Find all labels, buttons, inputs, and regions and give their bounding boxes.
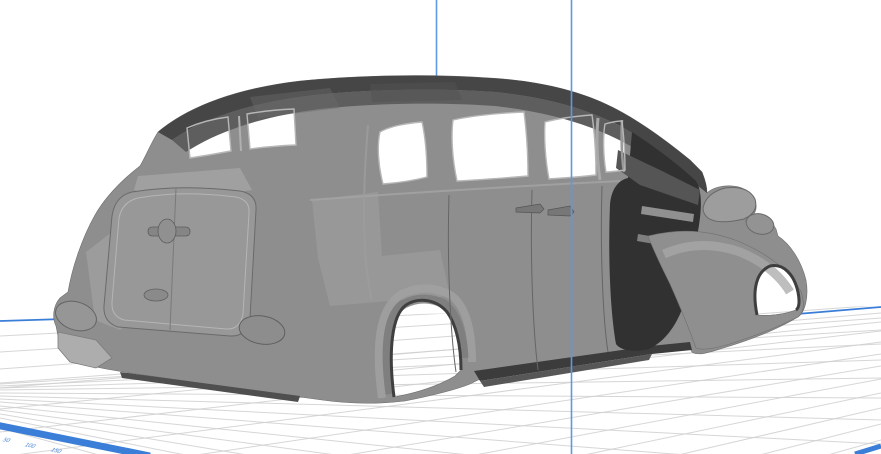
scene-canvas: 50 100 150 — [0, 0, 881, 454]
trunk-latch — [143, 288, 169, 302]
trunk-handle-hub — [157, 218, 177, 244]
roof-facet — [370, 82, 462, 102]
trunk-lid — [103, 187, 257, 337]
viewport-3d[interactable]: 50 100 150 — [0, 0, 881, 454]
